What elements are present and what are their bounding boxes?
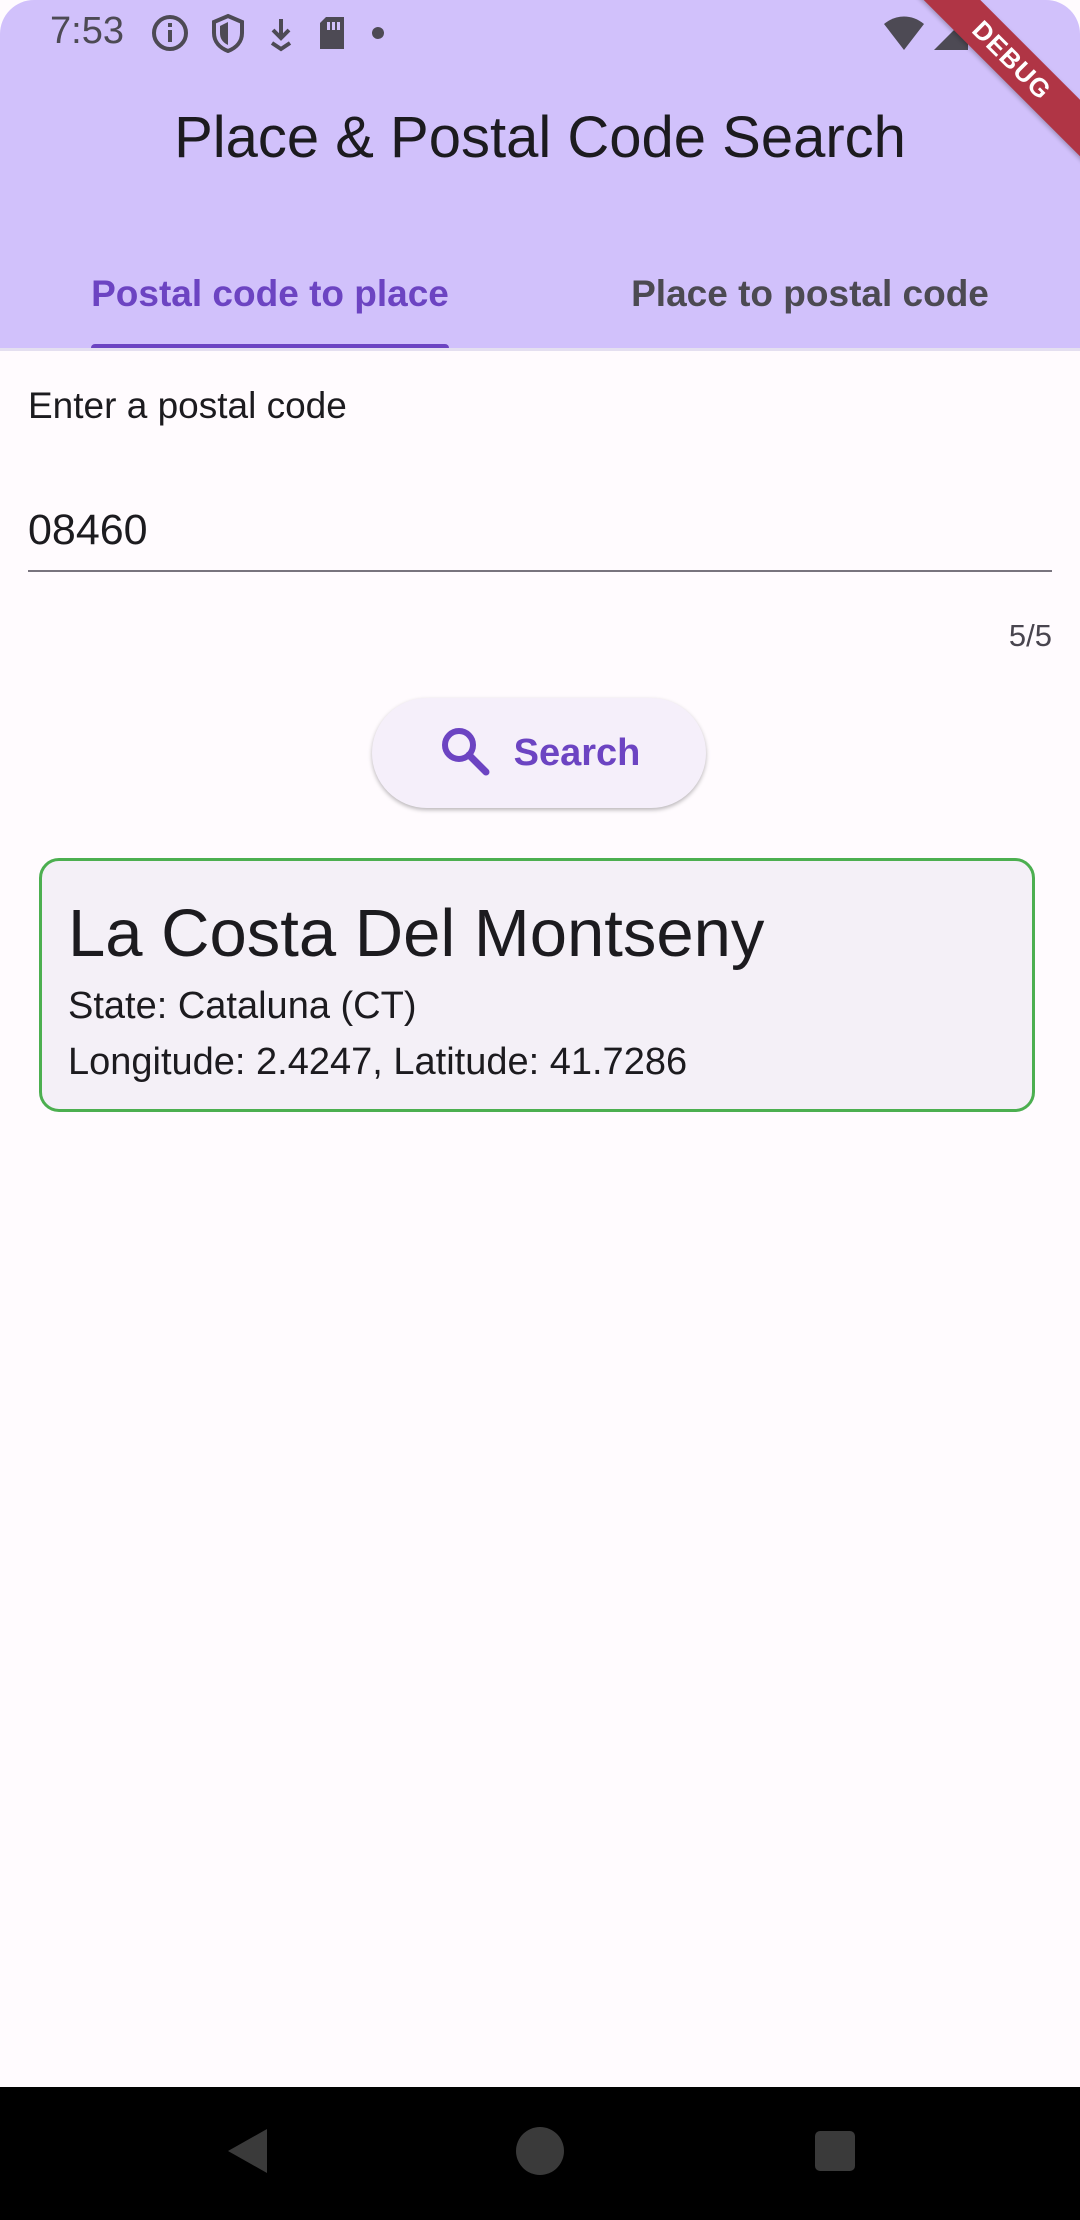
- wifi-icon: [882, 14, 926, 57]
- home-icon: [514, 2125, 566, 2182]
- back-icon: [223, 2126, 271, 2181]
- place-name: La Costa Del Montseny: [68, 896, 765, 971]
- state-text: State: Cataluna (CT): [68, 985, 417, 1027]
- status-time: 7:53: [50, 10, 124, 52]
- postal-code-input[interactable]: [28, 490, 1052, 572]
- tab-place-to-postal-code[interactable]: Place to postal code: [540, 240, 1080, 348]
- info-icon: [150, 13, 190, 53]
- screen: 7:53 DEBUG Place & Postal Code Search Po…: [0, 0, 1080, 2220]
- download-icon: [266, 13, 296, 53]
- recents-icon: [813, 2129, 857, 2178]
- home-button[interactable]: [480, 2087, 600, 2220]
- status-icons-left: [150, 12, 388, 54]
- page-title: Place & Postal Code Search: [174, 105, 906, 170]
- tab-bar: Postal code to place Place to postal cod…: [0, 240, 1080, 348]
- postal-code-label: Enter a postal code: [28, 385, 347, 426]
- result-card: La Costa Del Montseny State: Cataluna (C…: [39, 858, 1035, 1112]
- search-button-label: Search: [513, 731, 641, 774]
- divider: [0, 348, 1080, 351]
- tab-label: Postal code to place: [91, 273, 449, 314]
- app-bar: 7:53 DEBUG Place & Postal Code Search Po…: [0, 0, 1080, 348]
- tab-label: Place to postal code: [631, 273, 989, 314]
- back-button[interactable]: [187, 2087, 307, 2220]
- sd-card-icon: [316, 13, 348, 53]
- dot-icon: [368, 13, 388, 53]
- navigation-bar: [0, 2087, 1080, 2220]
- search-icon: [438, 724, 492, 783]
- coordinates-text: Longitude: 2.4247, Latitude: 41.7286: [68, 1041, 688, 1083]
- search-button[interactable]: Search: [372, 698, 706, 808]
- character-counter: 5/5: [1008, 618, 1052, 653]
- tab-postal-code-to-place[interactable]: Postal code to place: [0, 240, 540, 348]
- recents-button[interactable]: [775, 2087, 895, 2220]
- status-bar: 7:53: [0, 0, 1080, 66]
- shield-icon: [210, 13, 246, 53]
